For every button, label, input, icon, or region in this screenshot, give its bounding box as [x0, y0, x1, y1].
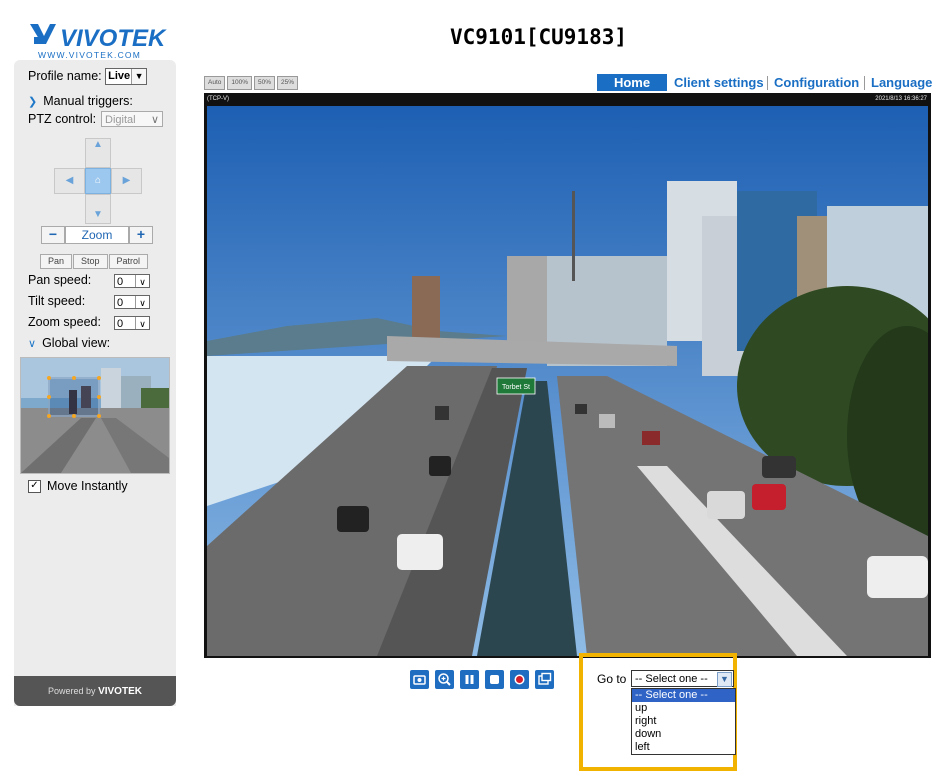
ptz-label: PTZ control:	[28, 112, 97, 126]
patrol-buttons: Pan Stop Patrol	[40, 251, 149, 269]
video-timestamp: 2021/8/13 16:36:27	[875, 96, 927, 102]
goto-dropdown-list: -- Select one -- up right down left	[631, 688, 736, 755]
tilt-down-button[interactable]: ▼	[85, 194, 111, 224]
profile-value: Live	[108, 70, 131, 82]
global-view-label: Global view:	[42, 336, 111, 350]
zoom-speed-select[interactable]: 0 ∨	[114, 316, 150, 330]
powered-by-footer: Powered by VIVOTEK	[14, 676, 176, 706]
vivotek-logo: VIVOTEK WWW.VIVOTEK.COM	[30, 24, 167, 60]
video-caption-bar: (TCP-V) 2021/8/13 16:36:27	[204, 93, 931, 105]
ptz-dpad: ▲ ◀ ⌂ ▶ ▼	[54, 138, 142, 226]
goto-option-up[interactable]: up	[632, 702, 735, 715]
pan-button[interactable]: Pan	[40, 254, 73, 269]
road-sign-text: Torbet St	[502, 384, 530, 391]
chevron-down-icon: ∨	[135, 296, 149, 308]
powered-by-label: Powered by	[48, 686, 96, 696]
tilt-speed-select[interactable]: 0 ∨	[114, 295, 150, 309]
zoom-speed-value: 0	[117, 318, 124, 330]
goto-option-left[interactable]: left	[632, 741, 735, 754]
chevron-down-icon: ▼	[131, 69, 147, 84]
pan-speed-value: 0	[117, 276, 124, 288]
tilt-up-button[interactable]: ▲	[85, 138, 111, 168]
sidebar: Profile name: Live ▼ ❯ Manual triggers: P…	[14, 60, 176, 706]
profile-select[interactable]: Live ▼	[105, 68, 148, 85]
zoom-out-button[interactable]: −	[41, 226, 65, 244]
stream-label: (TCP-V)	[207, 96, 229, 102]
page-title: VC9101[CU9183]	[450, 25, 628, 49]
nav-language[interactable]: Language	[871, 74, 932, 91]
pause-icon[interactable]	[460, 670, 479, 689]
fullscreen-icon[interactable]	[535, 670, 554, 689]
ptz-value: Digital	[105, 114, 136, 126]
nav-separator	[767, 76, 768, 90]
chevron-down-icon: ∨	[135, 275, 149, 287]
goto-label: Go to	[597, 672, 627, 686]
powered-logo: VIVOTEK	[98, 686, 142, 697]
move-instantly-checkbox[interactable]: ✓	[28, 480, 41, 494]
ptz-control-select[interactable]: Digital ∨	[101, 111, 163, 127]
view-size-100[interactable]: 100%	[227, 76, 252, 90]
chevron-down-icon[interactable]: ▼	[717, 672, 732, 687]
patrol-button[interactable]: Patrol	[108, 254, 149, 269]
nav-home[interactable]: Home	[597, 74, 667, 91]
record-icon[interactable]	[510, 670, 529, 689]
zoom-in-button[interactable]: +	[129, 226, 153, 244]
view-size-auto[interactable]: Auto	[204, 76, 226, 90]
global-view-thumbnail[interactable]	[20, 357, 170, 474]
tilt-speed-label: Tilt speed:	[28, 294, 86, 308]
pan-speed-label: Pan speed:	[28, 273, 92, 287]
zoom-speed-label: Zoom speed:	[28, 315, 101, 329]
live-video-view[interactable]: (TCP-V) 2021/8/13 16:36:27 Torbet St	[204, 93, 931, 658]
goto-selected-value: -- Select one --	[635, 673, 708, 685]
home-icon[interactable]: ⌂	[85, 168, 111, 194]
chevron-down-icon: ∨	[150, 114, 159, 126]
manual-triggers-label: Manual triggers:	[43, 94, 133, 108]
nav-separator	[864, 76, 865, 90]
move-instantly-row[interactable]: ✓ Move Instantly	[28, 479, 128, 494]
logo-text: VIVOTEK	[60, 25, 167, 52]
pan-left-button[interactable]: ◀	[54, 168, 85, 194]
goto-option-down[interactable]: down	[632, 728, 735, 741]
view-size-buttons: Auto 100% 50% 25%	[204, 76, 299, 90]
pan-speed-select[interactable]: 0 ∨	[114, 274, 150, 288]
goto-option-select-one[interactable]: -- Select one --	[632, 689, 735, 702]
pan-right-button[interactable]: ▶	[111, 168, 142, 194]
stop-button[interactable]: Stop	[73, 254, 108, 269]
nav-configuration[interactable]: Configuration	[774, 74, 859, 91]
logo-url: WWW.VIVOTEK.COM	[38, 50, 141, 60]
zoom-label: Zoom	[65, 226, 129, 244]
profile-row: Profile name: Live ▼	[28, 68, 148, 85]
snapshot-icon[interactable]	[410, 670, 429, 689]
video-controls	[410, 670, 554, 689]
stop-icon[interactable]	[485, 670, 504, 689]
zoom-control: − Zoom +	[41, 226, 153, 244]
goto-option-right[interactable]: right	[632, 715, 735, 728]
goto-select[interactable]: -- Select one -- ▼	[631, 670, 734, 687]
move-instantly-label: Move Instantly	[47, 479, 128, 493]
profile-label: Profile name:	[28, 68, 102, 83]
chevron-down-icon: ∨	[135, 317, 149, 329]
global-view-toggle[interactable]: ∨ Global view:	[28, 336, 110, 350]
tilt-speed-value: 0	[117, 297, 124, 309]
manual-triggers[interactable]: ❯ Manual triggers:	[28, 94, 133, 108]
digital-zoom-icon[interactable]	[435, 670, 454, 689]
nav-client-settings[interactable]: Client settings	[674, 74, 764, 91]
view-size-50[interactable]: 50%	[254, 76, 276, 90]
traffic-scene-image: Torbet St	[207, 106, 928, 656]
expand-arrow-icon: ❯	[28, 96, 38, 108]
collapse-arrow-icon: ∨	[28, 338, 37, 350]
view-size-25[interactable]: 25%	[277, 76, 299, 90]
